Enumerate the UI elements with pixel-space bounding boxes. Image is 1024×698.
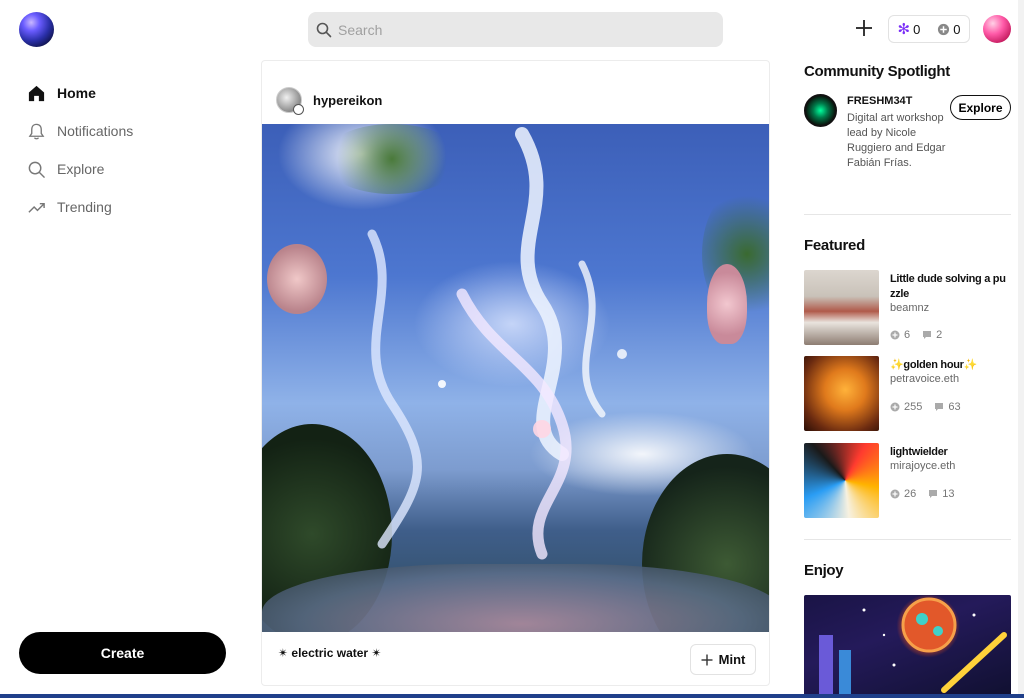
mint-button[interactable]: Mint bbox=[690, 644, 756, 675]
featured-item-stats: 255 63 bbox=[890, 401, 961, 413]
post-caption: ✴ electric water ✴ bbox=[278, 646, 382, 660]
explore-button[interactable]: Explore bbox=[950, 95, 1011, 120]
featured-item-title[interactable]: ✨golden hour✨ bbox=[890, 358, 1010, 373]
post-card: hypereikon ✴ electric water ✴ Mint bbox=[261, 60, 770, 686]
spotlight-name[interactable]: FRESHM34T bbox=[847, 95, 912, 107]
sidebar-item-label: Trending bbox=[57, 199, 112, 215]
featured-thumbnail[interactable] bbox=[804, 270, 879, 345]
trending-icon bbox=[28, 202, 45, 213]
sidebar-item-label: Notifications bbox=[57, 123, 134, 139]
featured-item[interactable]: lightwielder mirajoyce.eth 26 13 bbox=[804, 443, 1011, 519]
sidebar-item-trending[interactable]: Trending bbox=[27, 188, 227, 226]
featured-item-stats: 26 13 bbox=[890, 488, 955, 500]
scrollbar-track[interactable] bbox=[1018, 0, 1024, 698]
sidebar-item-home[interactable]: Home bbox=[27, 74, 227, 112]
post-author-avatar[interactable] bbox=[276, 87, 304, 115]
sidebar-item-explore[interactable]: Explore bbox=[27, 150, 227, 188]
enjoy-artwork-image[interactable] bbox=[804, 595, 1011, 698]
featured-title: Featured bbox=[804, 237, 865, 254]
user-avatar[interactable] bbox=[983, 15, 1011, 43]
comment-icon bbox=[929, 490, 938, 498]
post-header: hypereikon bbox=[276, 87, 382, 115]
sidebar-item-notifications[interactable]: Notifications bbox=[27, 112, 227, 150]
plus-circle-icon bbox=[890, 402, 900, 412]
comment-count: 13 bbox=[942, 488, 955, 500]
app-logo[interactable] bbox=[19, 12, 54, 47]
sidebar-item-label: Home bbox=[57, 85, 96, 101]
comment-count: 63 bbox=[948, 401, 961, 413]
stars-count: 0 bbox=[913, 21, 921, 37]
spotlight-description: Digital art workshop lead by Nicole Rugg… bbox=[847, 112, 946, 169]
enjoy-title: Enjoy bbox=[804, 562, 844, 579]
search-icon bbox=[28, 161, 45, 178]
plus-circle-icon bbox=[890, 489, 900, 499]
featured-item-stats: 6 2 bbox=[890, 329, 942, 341]
comment-icon bbox=[923, 331, 932, 339]
plus-circle-icon bbox=[938, 23, 950, 35]
spotlight-avatar[interactable] bbox=[804, 94, 837, 127]
divider bbox=[804, 214, 1011, 215]
featured-item-author[interactable]: mirajoyce.eth bbox=[890, 460, 955, 472]
mint-count: 6 bbox=[904, 329, 911, 341]
mint-button-label: Mint bbox=[718, 652, 746, 667]
featured-item[interactable]: Little dude solving a puzzle beamnz 6 2 bbox=[804, 270, 1011, 346]
plus-icon bbox=[701, 654, 713, 665]
mint-count: 255 bbox=[904, 401, 923, 413]
bell-icon bbox=[28, 123, 45, 139]
search-icon bbox=[316, 22, 332, 37]
asterisk-star-icon: ✻ bbox=[897, 21, 911, 38]
search-input[interactable] bbox=[338, 21, 698, 38]
search-bar[interactable] bbox=[308, 12, 723, 47]
post-author-name[interactable]: hypereikon bbox=[313, 93, 382, 108]
featured-item-author[interactable]: petravoice.eth bbox=[890, 373, 959, 385]
taskbar-edge bbox=[0, 694, 1024, 698]
featured-item-title[interactable]: lightwielder bbox=[890, 445, 1010, 460]
featured-item-author[interactable]: beamnz bbox=[890, 302, 929, 314]
plus-icon[interactable] bbox=[854, 18, 874, 38]
plus-circle-icon bbox=[890, 330, 900, 340]
featured-thumbnail[interactable] bbox=[804, 356, 879, 431]
comment-icon bbox=[935, 403, 944, 411]
post-artwork-image[interactable] bbox=[262, 124, 769, 632]
sidebar-item-label: Explore bbox=[57, 161, 105, 177]
mint-count: 26 bbox=[904, 488, 917, 500]
plus-count: 0 bbox=[953, 21, 961, 37]
featured-item[interactable]: ✨golden hour✨ petravoice.eth 255 63 bbox=[804, 356, 1011, 432]
divider bbox=[804, 539, 1011, 540]
featured-thumbnail[interactable] bbox=[804, 443, 879, 518]
home-icon bbox=[28, 85, 45, 101]
balance-counter[interactable]: ✻ 0 0 bbox=[888, 15, 970, 43]
community-spotlight-title: Community Spotlight bbox=[804, 63, 950, 80]
featured-item-title[interactable]: Little dude solving a puzzle bbox=[890, 272, 1010, 302]
sidebar-nav: Home Notifications Explore Trending bbox=[27, 74, 227, 226]
create-button[interactable]: Create bbox=[19, 632, 226, 674]
comment-count: 2 bbox=[936, 329, 943, 341]
